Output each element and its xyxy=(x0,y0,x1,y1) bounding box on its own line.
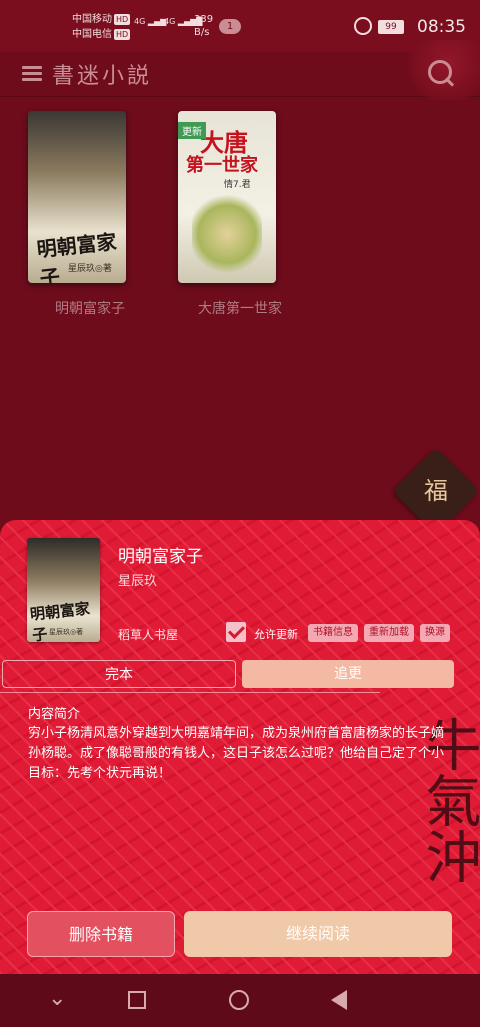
intro-heading: 内容简介 xyxy=(28,707,81,722)
book-cover-2-author: 情7.君 xyxy=(224,180,251,190)
signal-1-icon: 4G ▂▄▆ xyxy=(134,17,167,26)
tab-following[interactable]: 追更 xyxy=(242,660,454,688)
triangle-back-icon[interactable] xyxy=(331,990,347,1010)
square-icon[interactable] xyxy=(128,991,146,1009)
book-cover-1-author: 星辰玖◎著 xyxy=(68,264,112,274)
detail-source: 稻草人书屋 xyxy=(118,628,179,642)
reload-chip[interactable]: 重新加载 xyxy=(364,624,414,642)
book-title-1[interactable]: 明朝富家子 xyxy=(25,298,155,318)
allow-update-checkbox[interactable] xyxy=(226,622,246,642)
search-icon[interactable] xyxy=(428,60,452,84)
tab-completed[interactable]: 完本 xyxy=(2,660,236,688)
net-speed: 339 B/s xyxy=(194,13,213,39)
detail-cover-title: 明朝富家子 xyxy=(29,599,91,645)
detail-cover-author: 星辰玖◎著 xyxy=(49,628,84,636)
hd-badge: HD xyxy=(114,14,131,25)
hd-badge-2: HD xyxy=(114,29,131,40)
circle-icon[interactable] xyxy=(229,990,249,1010)
speed-value: 339 xyxy=(194,14,214,25)
carrier-2: 中国电信 HD xyxy=(72,28,131,41)
speed-unit: B/s xyxy=(194,27,210,38)
change-source-chip[interactable]: 换源 xyxy=(420,624,450,642)
fu-badge-label: 福 xyxy=(424,477,448,505)
app-title: 書迷小説 xyxy=(52,64,153,89)
allow-update-label: 允许更新 xyxy=(254,628,298,641)
book-cover-2-title-2: 第一世家 xyxy=(186,155,258,176)
notification-count-badge: 1 xyxy=(219,19,241,34)
detail-author[interactable]: 星辰玖 xyxy=(118,570,157,589)
alarm-icon xyxy=(354,17,372,35)
navigation-bar: ⌄ xyxy=(0,974,480,1027)
carrier-1-label: 中国移动 xyxy=(72,14,112,25)
book-cover-1-title: 明朝富家子 xyxy=(35,229,118,283)
divider xyxy=(0,692,380,693)
carrier-2-label: 中国电信 xyxy=(72,29,112,40)
book-detail-sheet: 牛氣沖 明朝富家子 星辰玖◎著 明朝富家子 星辰玖 稻草人书屋 允许更新 书籍信… xyxy=(0,520,480,974)
book-cover-1[interactable]: 明朝富家子 星辰玖◎著 xyxy=(28,111,126,283)
book-title-2[interactable]: 大唐第一世家 xyxy=(175,298,305,318)
chevron-down-icon[interactable]: ⌄ xyxy=(48,986,66,1011)
continue-reading-button[interactable]: 继续阅读 xyxy=(184,911,452,957)
intro-text: 穷小子杨清风意外穿越到大明嘉靖年间，成为泉州府首富唐杨家的长子嫡孙杨聪。成了像聪… xyxy=(28,726,445,781)
detail-title: 明朝富家子 xyxy=(118,547,203,567)
delete-book-button[interactable]: 删除书籍 xyxy=(27,911,175,957)
carrier-1: 中国移动 HD xyxy=(72,13,131,26)
detail-book-cover: 明朝富家子 星辰玖◎著 xyxy=(27,538,100,644)
hamburger-icon[interactable] xyxy=(22,63,42,83)
book-info-chip[interactable]: 书籍信息 xyxy=(308,624,358,642)
clock: 08:35 xyxy=(417,17,466,37)
book-cover-2-illustration xyxy=(192,195,262,273)
update-tag: 更新 xyxy=(178,122,206,139)
battery-icon: 99 xyxy=(378,20,404,34)
